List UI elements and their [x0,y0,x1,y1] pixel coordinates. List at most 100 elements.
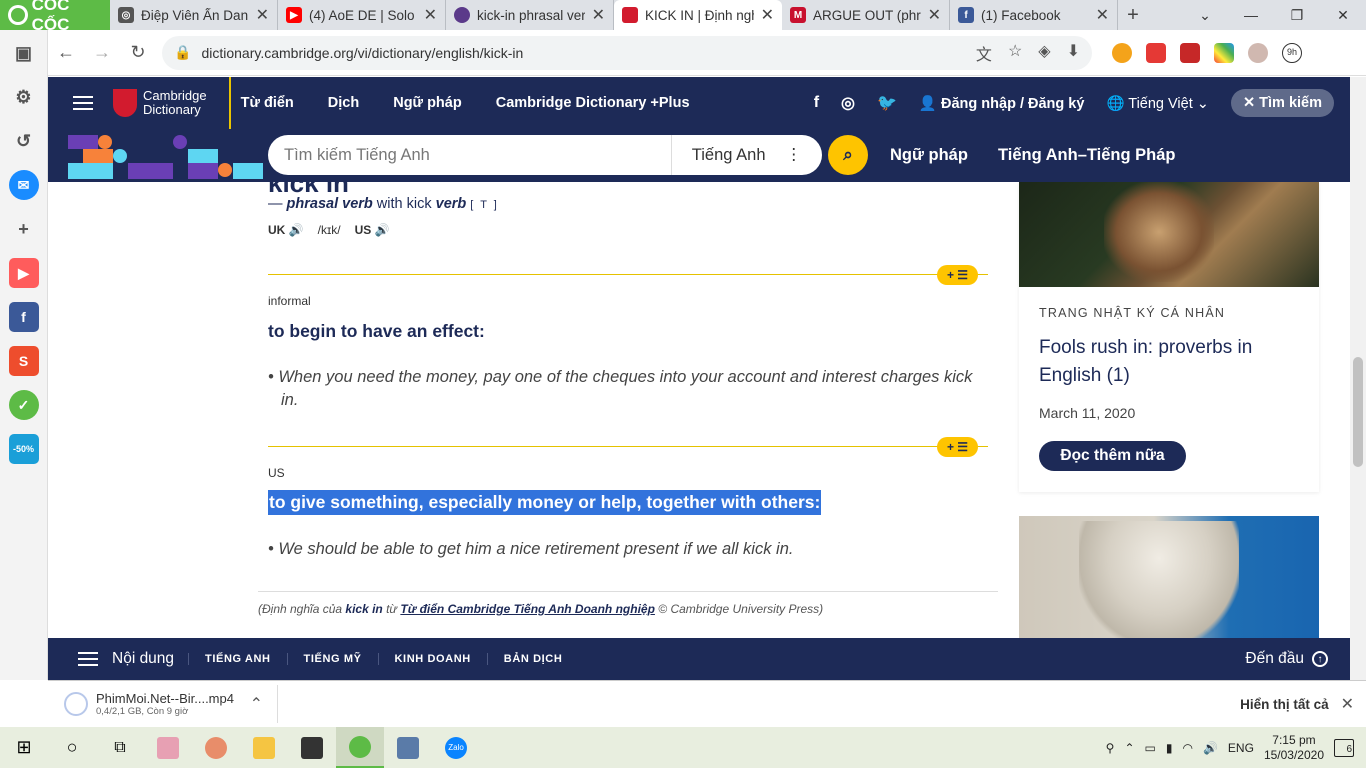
nav-plus[interactable]: Cambridge Dictionary +Plus [479,77,707,129]
translate-icon[interactable]: 文 [976,41,992,65]
bottom-tab-english[interactable]: TIẾNG ANH [188,653,287,665]
speaker-icon[interactable]: 🔊 [289,223,304,237]
bottom-tab-american[interactable]: TIẾNG MỸ [286,653,378,665]
windows-start-icon[interactable]: ⊞ [0,727,48,768]
search-icon[interactable]: ⌕ [828,135,868,175]
download-item[interactable]: PhimMoi.Net--Bir....mp4 0,4/2,1 GB, Còn … [48,685,278,723]
tab-2[interactable]: ▶ (4) AoE DE | Solo F ✕ [278,0,446,30]
search-toggle-button[interactable]: ✕ Tìm kiếm [1230,89,1334,117]
search-icon[interactable]: ○ [48,727,96,768]
nav-translate[interactable]: Dịch [311,77,376,129]
app-icon[interactable] [288,727,336,768]
app-icon[interactable] [384,727,432,768]
bottom-tab-translation[interactable]: BẢN DỊCH [486,653,579,665]
notification-icon[interactable]: 6 [1334,738,1354,757]
people-icon[interactable]: ⚲ [1106,741,1115,755]
tiki-icon[interactable]: -50% [8,434,39,464]
language-selector[interactable]: 🌐 Tiếng Việt ⌄ [1106,95,1209,112]
close-icon[interactable]: ✕ [424,5,437,25]
dictionary-selector[interactable]: Tiếng Anh ⋮ [670,135,822,175]
app-icon[interactable] [192,727,240,768]
url-bar[interactable]: 🔒 dictionary.cambridge.org/vi/dictionary… [162,35,1092,70]
link-en-fr[interactable]: Tiếng Anh–Tiếng Pháp [998,146,1176,165]
close-icon[interactable]: ✕ [1341,694,1354,714]
back-icon[interactable]: ← [48,35,84,71]
blog-card[interactable]: TRANG NHẬT KÝ CÁ NHÂN Fools rush in: pro… [1019,182,1319,492]
contents-label[interactable]: Nội dung [112,650,174,668]
show-all-button[interactable]: Hiển thị tất cả [1240,697,1329,712]
close-icon[interactable]: ✕ [1096,5,1109,25]
task-view-icon[interactable]: ⧉ [96,727,144,768]
messenger-icon[interactable]: ✉ [8,170,39,200]
add-icon[interactable]: + [9,214,39,244]
tab-6[interactable]: f (1) Facebook ✕ [950,0,1118,30]
close-icon[interactable]: ✕ [256,5,269,25]
monitor-icon[interactable]: ▭ [1145,741,1156,755]
speaker-icon[interactable]: 🔊 [375,223,390,237]
facebook-icon[interactable]: f [814,94,819,112]
chevron-up-icon[interactable]: ⌃ [250,694,263,714]
add-to-list-button[interactable]: + ☰ [937,265,978,285]
zalo-icon[interactable]: Zalo [432,727,480,768]
menu-icon[interactable] [78,652,98,666]
bottom-tab-business[interactable]: KINH DOANH [377,653,487,665]
settings-icon[interactable]: ⚙ [9,82,39,112]
minimize-icon[interactable]: — [1228,0,1274,30]
facebook-icon[interactable]: f [8,302,39,332]
cambridge-logo[interactable]: Cambridge Dictionary [113,89,207,117]
card-title[interactable]: Fools rush in: proverbs in English (1) [1039,334,1299,390]
clock[interactable]: 7:15 pm 15/03/2020 [1264,733,1324,763]
history-icon[interactable]: ↺ [9,126,39,156]
tab-1[interactable]: ◎ Điệp Viên Ẩn Danh ✕ [110,0,278,30]
forward-icon[interactable]: → [84,35,120,71]
nav-dictionary[interactable]: Từ điển [228,77,311,129]
download-icon[interactable]: ⬇ [1067,41,1080,65]
tab-search-icon[interactable]: ⌄ [1182,0,1228,30]
tab-5[interactable]: M ARGUE OUT (phra ✕ [782,0,950,30]
chevron-up-icon[interactable]: ⌃ [1124,741,1134,755]
battery-icon[interactable]: ▮ [1166,741,1173,755]
close-icon[interactable]: ✕ [928,5,941,25]
menu-icon[interactable] [73,96,93,110]
link-grammar[interactable]: Ngữ pháp [890,146,968,165]
tab-4-active[interactable]: KICK IN | Định ngh ✕ [614,0,782,30]
volume-icon[interactable]: 🔊 [1203,741,1218,755]
avatar[interactable] [1248,42,1268,63]
wifi-icon[interactable]: ◠ [1182,741,1192,755]
close-icon[interactable]: ✕ [761,5,774,25]
shopee-icon[interactable]: S [8,346,39,376]
nav-grammar[interactable]: Ngữ pháp [376,77,479,129]
extension-icon[interactable] [1180,42,1200,63]
reload-icon[interactable]: ↻ [120,35,156,71]
input-language[interactable]: ENG [1228,741,1254,755]
download-shelf: PhimMoi.Net--Bir....mp4 0,4/2,1 GB, Còn … [48,680,1366,727]
sidebar-toggle-icon[interactable]: ▣ [9,38,39,68]
youtube-icon[interactable]: ▶ [8,258,39,288]
scrollbar-thumb[interactable] [1353,357,1363,467]
star-icon[interactable]: ☆ [1008,41,1022,65]
new-badge-icon[interactable] [1146,42,1166,63]
twitter-icon[interactable]: 🐦 [877,93,897,113]
coccoc-menu-button[interactable]: CỐC CỐC [0,0,110,34]
file-explorer-icon[interactable] [240,727,288,768]
restore-icon[interactable]: ❐ [1274,0,1320,30]
tab-3[interactable]: kick-in phrasal ver ✕ [446,0,614,30]
add-to-list-button[interactable]: + ☰ [937,437,978,457]
instagram-icon[interactable]: ◎ [841,93,855,113]
coccoc-taskbar-icon[interactable] [336,727,384,768]
new-tab-button[interactable]: + [1118,0,1148,30]
window-close-icon[interactable]: ✕ [1320,0,1366,30]
login-link[interactable]: 👤 Đăng nhập / Đăng ký [919,95,1085,112]
page-scrollbar[interactable] [1350,77,1366,680]
search-input[interactable]: Tìm kiếm Tiếng Anh Tiếng Anh ⋮ [268,135,822,175]
read-more-button[interactable]: Đọc thêm nữa [1039,441,1186,471]
coccoc-icon[interactable]: ✓ [8,390,39,420]
extension-icon[interactable] [1112,42,1132,63]
clock-badge-icon[interactable]: 9h [1282,42,1302,63]
back-to-top-button[interactable]: Đến đầu ↑ [1245,650,1328,668]
close-icon[interactable]: ✕ [592,5,605,25]
extension-icon[interactable] [1214,42,1234,63]
source-dictionary-link[interactable]: Từ điển Cambridge Tiếng Anh Doanh nghiệp [400,602,655,616]
app-icon[interactable] [144,727,192,768]
shield-icon[interactable]: ◈ [1038,41,1050,65]
